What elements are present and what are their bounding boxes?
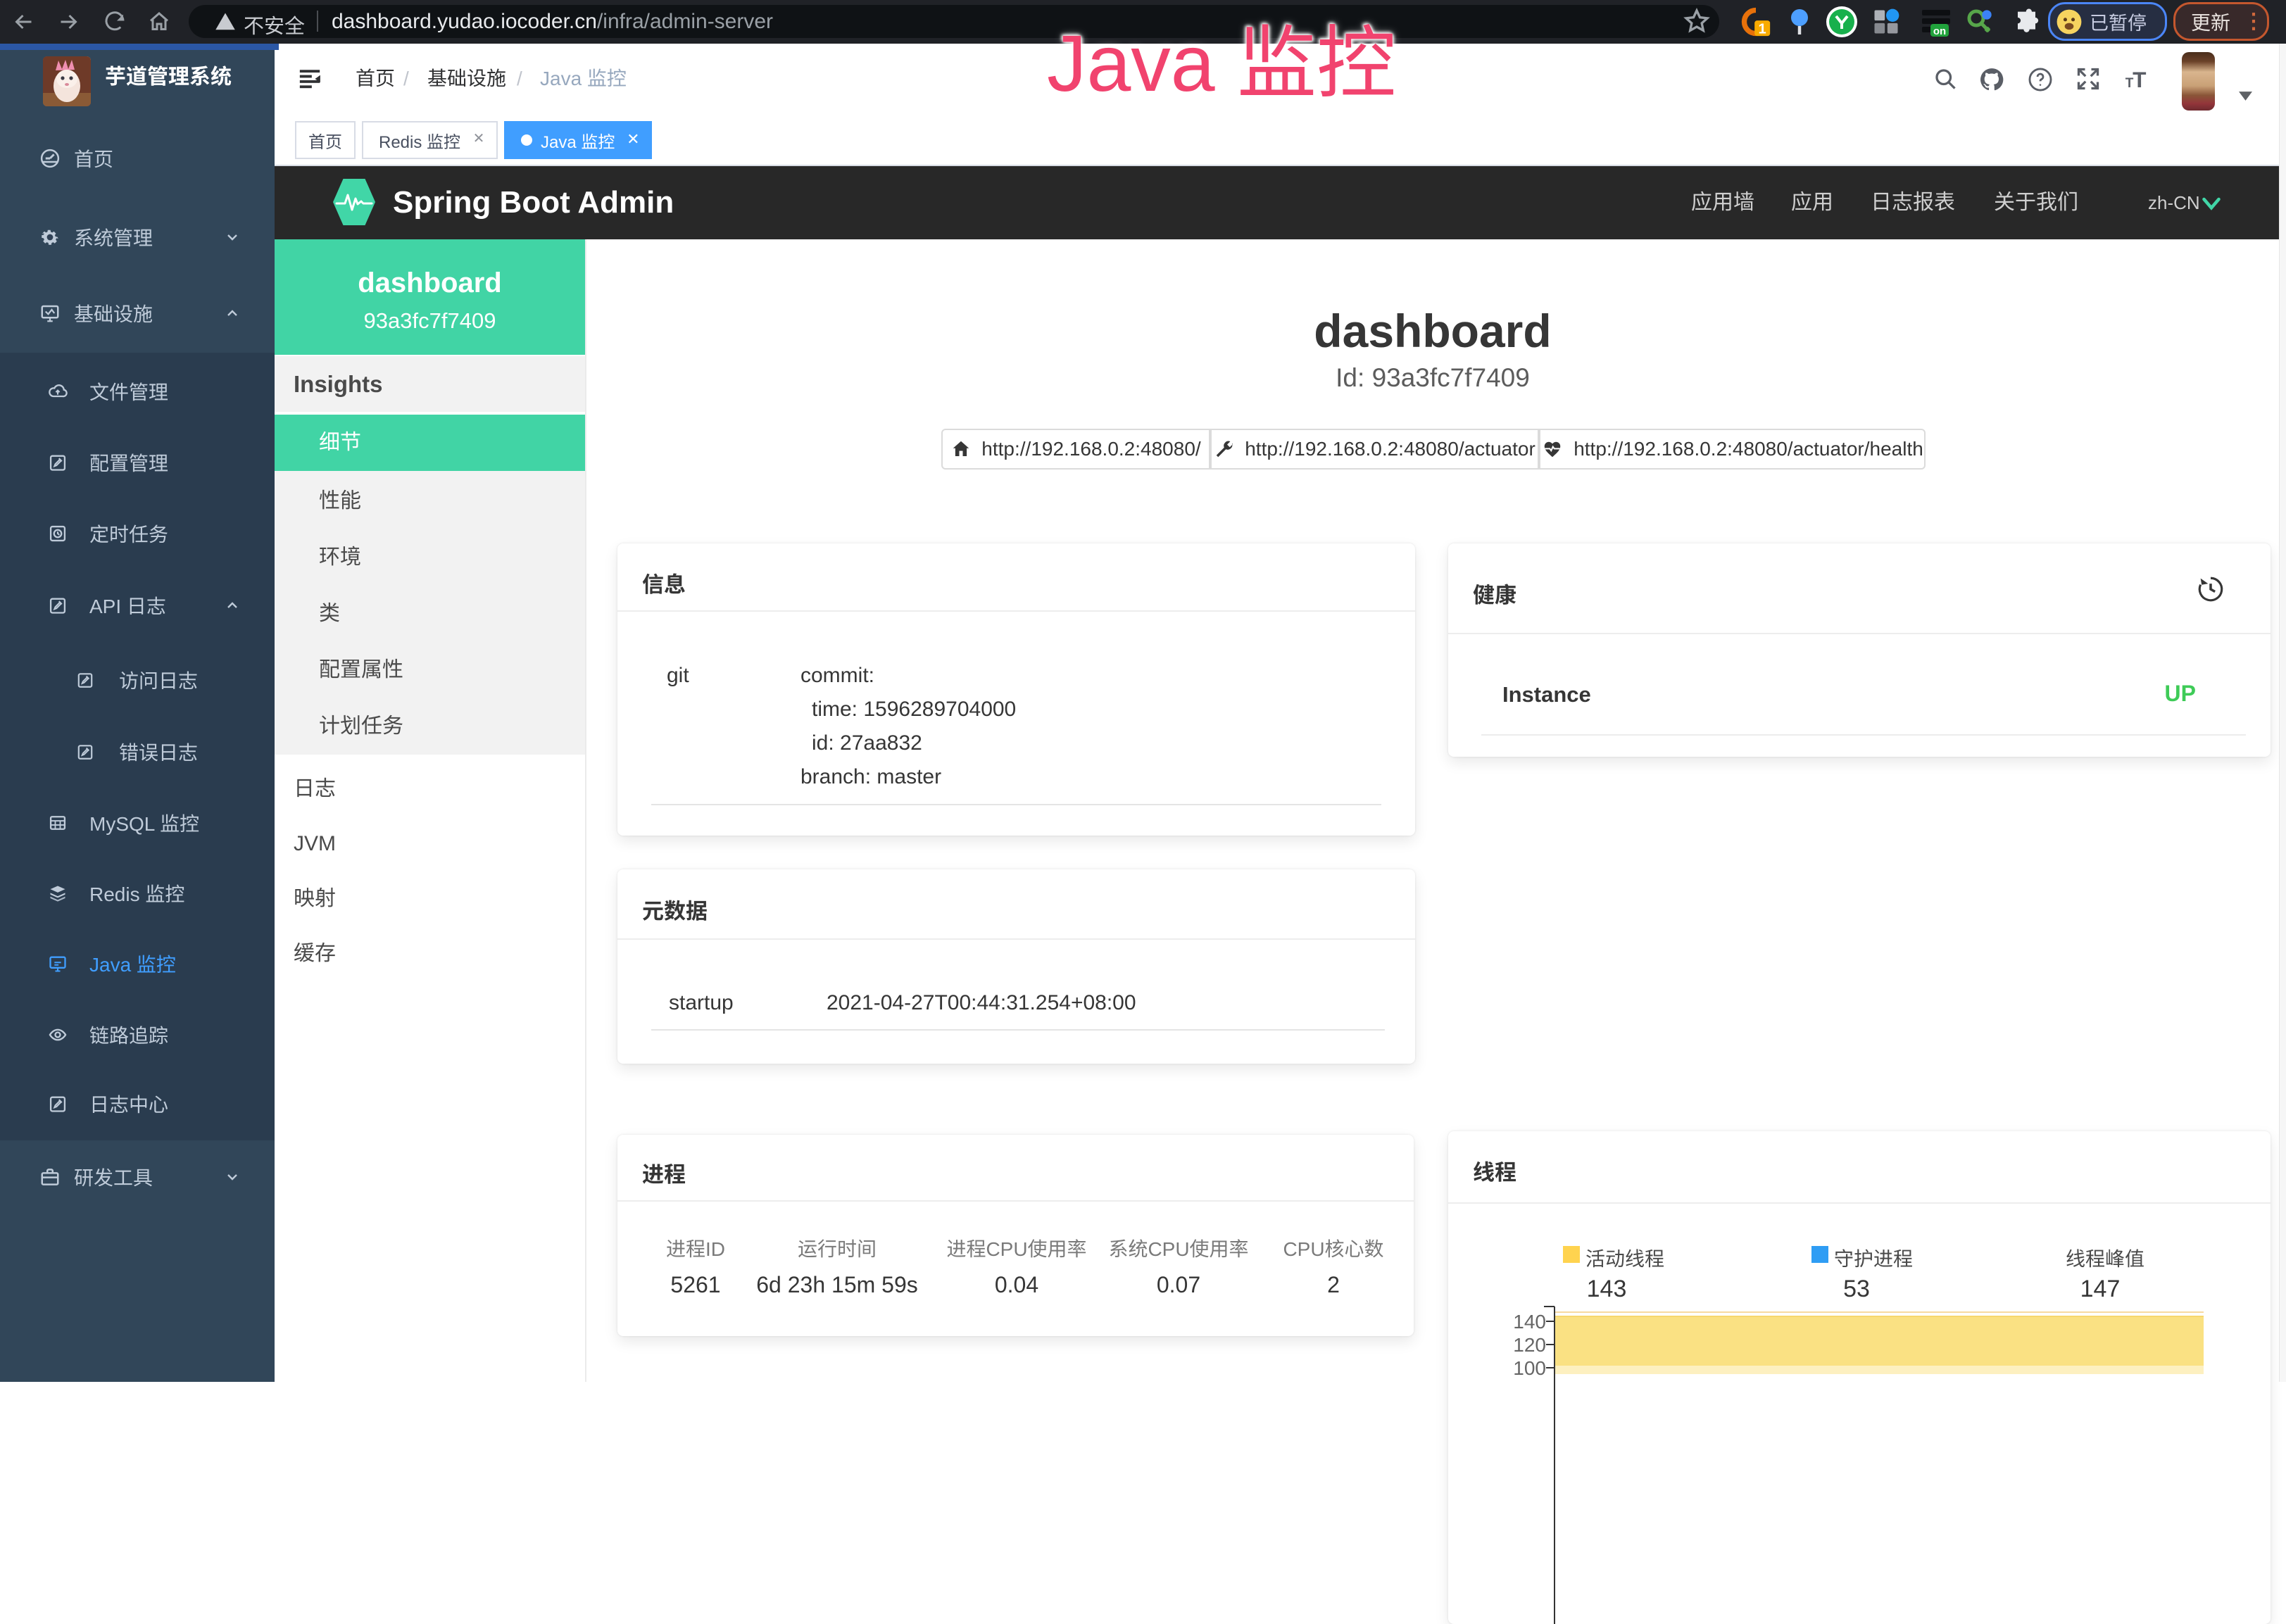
svg-text:T: T [2133, 67, 2146, 92]
svg-text:120: 120 [1513, 1334, 1546, 1356]
svg-text:on: on [1933, 25, 1946, 37]
svg-text:1: 1 [1759, 22, 1766, 37]
svg-text:140: 140 [1513, 1311, 1546, 1333]
svg-text:100: 100 [1513, 1357, 1546, 1379]
